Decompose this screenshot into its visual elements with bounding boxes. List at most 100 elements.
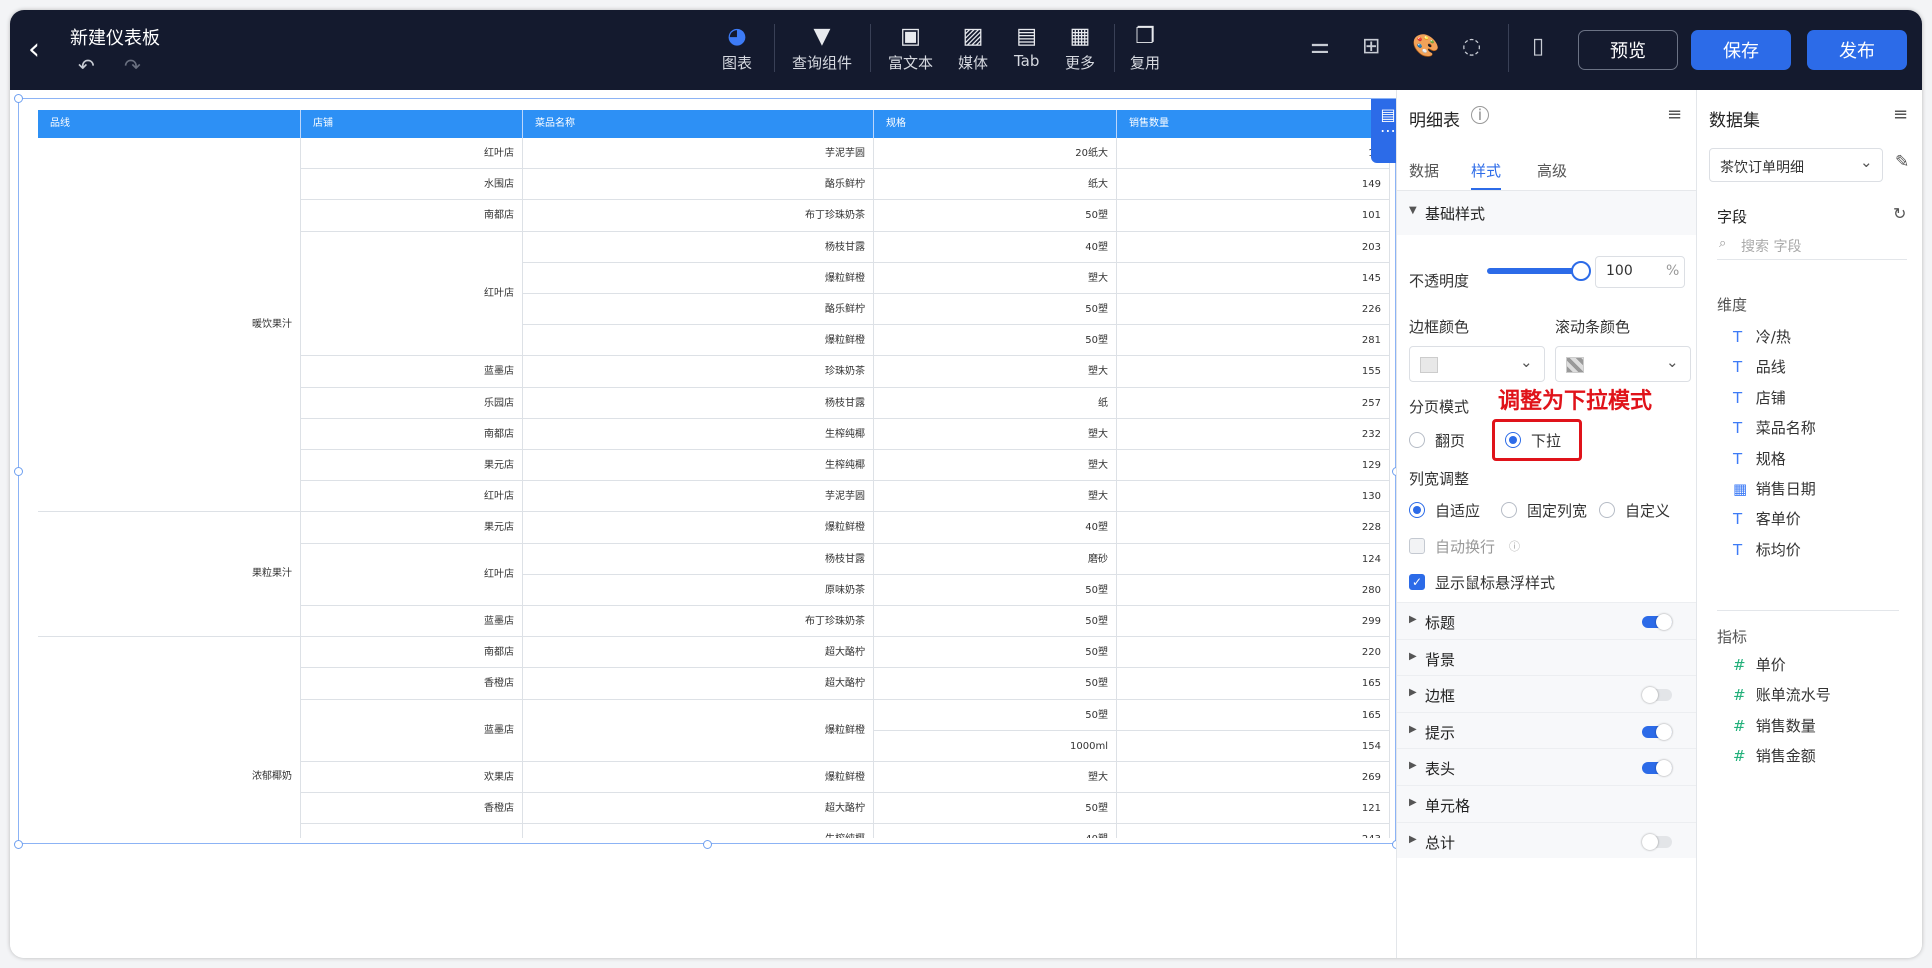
resize-handle[interactable] bbox=[14, 840, 23, 849]
header-cell[interactable]: 店铺 bbox=[301, 110, 523, 138]
publish-button[interactable]: 发布 bbox=[1807, 30, 1907, 70]
mobile-icon[interactable]: ▯ bbox=[1532, 34, 1544, 59]
field-name: 冷/热 bbox=[1751, 328, 1791, 346]
dish-cell: 爆粒鲜橙 bbox=[523, 762, 874, 794]
toolbar-reuse[interactable]: ❐ 复用 bbox=[1130, 24, 1160, 73]
collapse-panel-icon[interactable]: ≡ bbox=[1667, 104, 1682, 125]
section-6[interactable]: ▶ 总计 bbox=[1397, 821, 1697, 859]
section-label: 背景 bbox=[1425, 650, 1456, 669]
tab-style[interactable]: 样式 bbox=[1471, 160, 1501, 181]
app-window: ‹ 新建仪表板 ↶ ↷ ◕ 图表 ▼ 查询组件 ▣ 富文本 ▨ 媒体 ▤ Tab… bbox=[10, 10, 1922, 958]
sales-qty-cell: 149 bbox=[1117, 169, 1390, 201]
number-type-icon: # bbox=[1733, 716, 1746, 735]
preview-button[interactable]: 预览 bbox=[1578, 30, 1678, 70]
header-cell[interactable]: 销售数量 bbox=[1117, 110, 1390, 138]
spec-cell: 塑大 bbox=[874, 418, 1117, 450]
measure-field[interactable]: # 销售数量 bbox=[1733, 715, 1816, 736]
spec-cell: 40塑 bbox=[874, 231, 1117, 263]
sales-qty-cell: 280 bbox=[1117, 574, 1390, 606]
header-cell[interactable]: 菜品名称 bbox=[523, 110, 874, 138]
undo-icon[interactable]: ↶ bbox=[78, 54, 95, 78]
back-icon[interactable]: ‹ bbox=[28, 32, 40, 67]
opacity-slider-track[interactable] bbox=[1487, 268, 1577, 274]
chevron-down-icon: ⌄ bbox=[1520, 353, 1533, 371]
border-color-label: 边框颜色 bbox=[1409, 318, 1470, 336]
section-2[interactable]: ▶ 边框 bbox=[1397, 675, 1697, 712]
resize-handle[interactable] bbox=[14, 467, 23, 476]
radio-fixed-width[interactable] bbox=[1501, 502, 1517, 518]
dish-cell: 杨枝甘露 bbox=[523, 543, 874, 575]
measure-field[interactable]: # 账单流水号 bbox=[1733, 684, 1831, 705]
info-icon[interactable]: i bbox=[1471, 106, 1489, 124]
copy-icon: ❐ bbox=[1135, 24, 1155, 49]
dimension-field[interactable]: T 客单价 bbox=[1733, 508, 1801, 529]
radio-custom[interactable] bbox=[1599, 502, 1615, 518]
theme-palette-icon[interactable]: 🎨 bbox=[1412, 34, 1439, 59]
scrollbar-color-select[interactable]: ⌄ bbox=[1555, 346, 1691, 382]
toolbar-chart[interactable]: ◕ 图表 bbox=[722, 24, 752, 73]
resize-handle[interactable] bbox=[703, 840, 712, 849]
autowrap-checkbox[interactable] bbox=[1409, 538, 1425, 554]
section-toggle[interactable] bbox=[1642, 687, 1672, 704]
section-3[interactable]: ▶ 提示 bbox=[1397, 711, 1697, 749]
tab-advanced[interactable]: 高级 bbox=[1537, 160, 1567, 181]
radio-dropdown[interactable] bbox=[1505, 432, 1521, 448]
table-widget[interactable]: 品线 店铺 菜品名称 规格 销售数量 红叶店 水围店 南都店 红叶店 蓝墨店 乐园店 南都店… bbox=[14, 94, 1405, 849]
toolbar-richtext[interactable]: ▣ 富文本 bbox=[888, 24, 933, 73]
info-icon[interactable]: ⓘ bbox=[1509, 538, 1520, 554]
save-button[interactable]: 保存 bbox=[1691, 30, 1791, 70]
caret-right-icon: ▶ bbox=[1409, 797, 1417, 808]
dimension-field[interactable]: T 标均价 bbox=[1733, 539, 1801, 560]
opacity-input[interactable]: 100 % bbox=[1595, 256, 1685, 288]
section-toggle[interactable] bbox=[1642, 833, 1672, 850]
dimension-field[interactable]: T 店铺 bbox=[1733, 387, 1786, 408]
measure-field[interactable]: # 销售金额 bbox=[1733, 745, 1816, 766]
dish-cell: 生榨纯椰 bbox=[523, 450, 874, 482]
layout-icon[interactable]: ⊞ bbox=[1362, 34, 1380, 59]
text-type-icon: T bbox=[1733, 358, 1743, 377]
toolbar-query[interactable]: ▼ 查询组件 bbox=[792, 24, 852, 73]
section-4[interactable]: ▶ 表头 bbox=[1397, 748, 1697, 785]
measure-label: 指标 bbox=[1717, 628, 1748, 646]
tab-icon: ▤ bbox=[1016, 24, 1038, 49]
hover-style-checkbox[interactable]: ✓ bbox=[1409, 574, 1425, 590]
radio-page-flip[interactable] bbox=[1409, 432, 1425, 448]
measure-field[interactable]: # 单价 bbox=[1733, 654, 1786, 675]
settings-sliders-icon[interactable]: ⚌ bbox=[1310, 34, 1330, 59]
toolbar-more[interactable]: ▦ 更多 bbox=[1065, 24, 1095, 73]
header-cell[interactable]: 规格 bbox=[874, 110, 1117, 138]
opacity-label: 不透明度 bbox=[1409, 272, 1470, 290]
dimension-field[interactable]: T 规格 bbox=[1733, 448, 1786, 469]
tab-data[interactable]: 数据 bbox=[1409, 160, 1439, 181]
section-0[interactable]: ▶ 标题 bbox=[1397, 602, 1697, 639]
field-name: 账单流水号 bbox=[1751, 686, 1831, 705]
section-toggle[interactable] bbox=[1642, 760, 1672, 777]
dimension-field[interactable]: T 冷/热 bbox=[1733, 326, 1791, 347]
sales-qty-cell: 299 bbox=[1117, 606, 1390, 638]
radio-custom-label: 自定义 bbox=[1625, 502, 1671, 520]
redo-icon[interactable]: ↷ bbox=[124, 54, 141, 78]
dimension-field[interactable]: T 品线 bbox=[1733, 356, 1786, 377]
section-1[interactable]: ▶ 背景 bbox=[1397, 638, 1697, 676]
section-5[interactable]: ▶ 单元格 bbox=[1397, 785, 1697, 822]
radio-adaptive[interactable] bbox=[1409, 502, 1425, 518]
resize-handle[interactable] bbox=[14, 94, 23, 103]
dashboard-title[interactable]: 新建仪表板 bbox=[70, 24, 160, 50]
section-toggle[interactable] bbox=[1642, 723, 1672, 740]
sales-qty-cell: 228 bbox=[1117, 512, 1390, 544]
section-label: 表头 bbox=[1425, 760, 1456, 779]
dimension-field[interactable]: T 菜品名称 bbox=[1733, 417, 1816, 438]
border-color-select[interactable]: ⌄ bbox=[1409, 346, 1545, 382]
toolbar-media[interactable]: ▨ 媒体 bbox=[958, 24, 988, 73]
header-cell[interactable]: 品线 bbox=[38, 110, 301, 138]
section-toggle[interactable] bbox=[1642, 614, 1672, 630]
dimension-field[interactable]: ▦ 销售日期 bbox=[1733, 478, 1816, 499]
toolbar-tab[interactable]: ▤ Tab bbox=[1014, 24, 1039, 70]
sales-qty-cell: 145 bbox=[1117, 262, 1390, 294]
section-basic-style[interactable]: ▼ 基础样式 bbox=[1397, 191, 1697, 235]
opacity-slider-knob[interactable] bbox=[1571, 261, 1591, 281]
spec-cell: 40塑 bbox=[874, 512, 1117, 544]
hide-eye-icon[interactable]: ◌ bbox=[1462, 34, 1481, 59]
field-name: 销售日期 bbox=[1751, 480, 1816, 498]
spec-cell: 塑大 bbox=[874, 262, 1117, 294]
